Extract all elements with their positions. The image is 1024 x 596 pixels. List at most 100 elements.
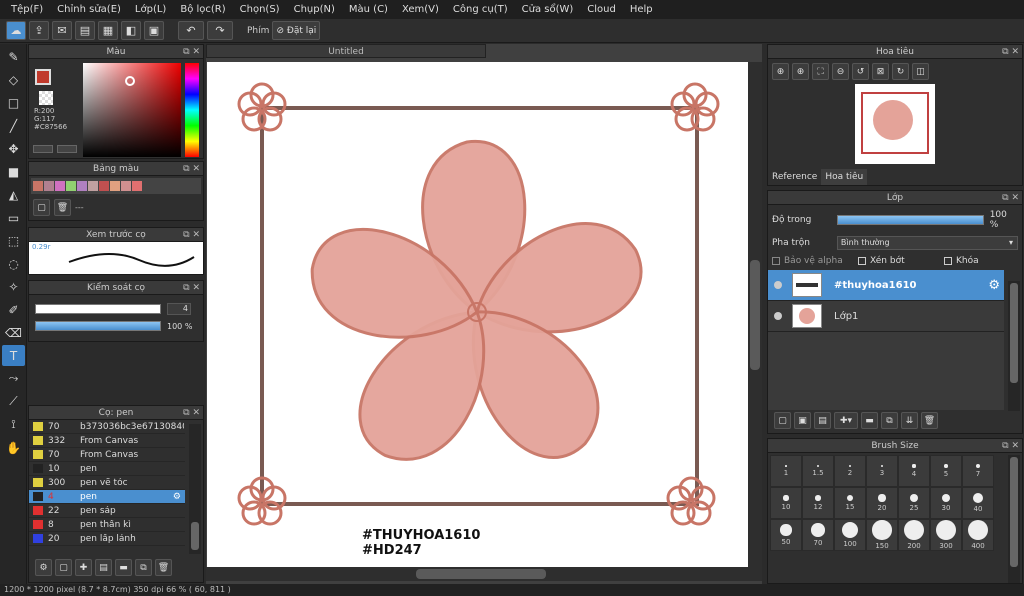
brush-list-item[interactable]: 70 From Canvas [29,448,185,462]
move-tool-icon[interactable]: ✥ [2,138,25,159]
brush-scrollbar[interactable] [191,522,199,550]
menu-item[interactable]: Cloud [580,4,623,15]
brush-list-item[interactable]: 20 pen lấp lánh [29,532,185,546]
new-layer-icon[interactable]: ▢ [774,412,791,429]
comment-icon[interactable]: ▤ [75,21,95,40]
menu-item[interactable]: Lớp(L) [128,4,173,15]
redo-icon[interactable]: ↷ [207,21,233,40]
color-picker-button[interactable] [57,145,77,153]
panel-close-icon[interactable]: ⧉ ✕ [183,162,200,176]
lock-checkbox[interactable] [944,257,952,265]
brush-new-icon[interactable]: ▢ [55,559,72,576]
brush-size-cell[interactable]: 2 [834,455,866,487]
operation-tool-icon[interactable]: ⤳ [2,368,25,389]
layer-item-thuyhoa[interactable]: #thuyhoa1610 ⚙ [768,270,1004,301]
blend-select[interactable]: Bình thường ▾ [836,236,1018,250]
brush-size-scrollbar[interactable] [1010,457,1018,567]
brush-size-cell[interactable]: 3 [866,455,898,487]
select-eraser-icon[interactable]: ⌫ [2,322,25,343]
menu-item[interactable]: Xem(V) [395,4,446,15]
layer-delete-icon[interactable]: 🗑 [921,412,938,429]
palette-swatch[interactable] [44,181,54,191]
brush-list-item[interactable]: 4 pen ⚙ [29,490,185,504]
panel-icon[interactable]: ◧ [121,21,141,40]
delete-palette-icon[interactable]: 🗑 [54,199,71,216]
new-palette-icon[interactable]: ▢ [33,199,50,216]
protect-alpha-checkbox[interactable] [772,257,780,265]
flip-icon[interactable]: ◫ [912,63,929,80]
palette-swatch[interactable] [55,181,65,191]
bucket-tool-icon[interactable]: ◭ [2,184,25,205]
brush-size-cell[interactable]: 10 [770,487,802,519]
zoom-icon[interactable]: ⊕ [772,63,789,80]
undo-icon[interactable]: ↶ [178,21,204,40]
lasso-icon[interactable]: ◌ [2,253,25,274]
grid-icon[interactable]: ▦ [98,21,118,40]
brush-size-cell[interactable]: 12 [802,487,834,519]
layer-merge-icon[interactable]: ⇊ [901,412,918,429]
menu-item[interactable]: Tệp(F) [4,4,50,15]
palette-swatch[interactable] [121,181,131,191]
brush-size-cell[interactable]: 4 [898,455,930,487]
layer-scrollbar[interactable] [1010,283,1018,383]
panel-close-icon[interactable]: ⧉ ✕ [183,45,200,59]
brush-delete-icon[interactable]: 🗑 [155,559,172,576]
menu-item[interactable]: Công cụ(T) [446,4,515,15]
panel-close-icon[interactable]: ⧉ ✕ [183,228,200,242]
brush-size-cell[interactable]: 150 [866,519,898,551]
horizontal-scroll-thumb[interactable] [416,569,546,579]
brush-size-cell[interactable]: 50 [770,519,802,551]
cloud-icon[interactable]: ☁ [6,21,26,40]
brush-list-item[interactable]: 70 b373036bc3e67130840b [29,420,185,434]
color-mode-button[interactable] [33,145,53,153]
panel-close-icon[interactable]: ⧉ ✕ [183,406,200,420]
tab-navigator[interactable]: Hoa tiêu [821,169,868,185]
brush-size-cell[interactable]: 15 [834,487,866,519]
brush-list-item[interactable]: 300 pen vẽ tóc [29,476,185,490]
brush-size-cell[interactable]: 5 [930,455,962,487]
menu-item[interactable]: Màu (C) [342,4,395,15]
brush-list-item[interactable]: 10 pen [29,462,185,476]
brush-tool-icon[interactable]: ✎ [2,46,25,67]
palette-swatch[interactable] [99,181,109,191]
panel-close-icon[interactable]: ⧉ ✕ [183,281,200,295]
gear-icon[interactable]: ⚙ [173,492,181,502]
brush-size-cell[interactable]: 1.5 [802,455,834,487]
rotate-left-icon[interactable]: ↺ [852,63,869,80]
layer-opacity-slider[interactable] [837,215,984,225]
zoom-out-icon[interactable]: ⊖ [832,63,849,80]
reset-button[interactable]: ⊘ Đặt lại [272,21,321,40]
zoom-in-icon[interactable]: ⊕ [792,63,809,80]
brush-import-icon[interactable]: ▤ [95,559,112,576]
rotate-reset-icon[interactable]: ⊠ [872,63,889,80]
brush-list-item[interactable]: 22 pen sáp [29,504,185,518]
menu-item[interactable]: Bộ lọc(R) [173,4,232,15]
add-layer-dropdown-icon[interactable]: ✚▾ [834,412,858,429]
size-slider[interactable] [35,304,161,314]
layer-copy-icon[interactable]: ⧉ [881,412,898,429]
opacity-slider[interactable] [35,321,161,331]
brush-size-cell[interactable]: 400 [962,519,994,551]
brush-size-cell[interactable]: 25 [898,487,930,519]
brush-size-cell[interactable]: 1 [770,455,802,487]
layer-folder-icon[interactable]: ▬ [861,412,878,429]
fit-icon[interactable]: ⛶ [812,63,829,80]
brush-list-item[interactable]: 332 From Canvas [29,434,185,448]
eraser-tool-icon[interactable]: ◇ [2,69,25,90]
text-tool-icon[interactable]: T [2,345,25,366]
brush-size-cell[interactable]: 70 [802,519,834,551]
brush-settings-icon[interactable]: ⚙ [35,559,52,576]
gear-icon[interactable]: ⚙ [988,278,1000,293]
vertical-scroll-thumb[interactable] [750,260,760,370]
layer-item-lop1[interactable]: Lớp1 [768,301,1004,332]
palette-swatch[interactable] [33,181,43,191]
fill-rect-tool-icon[interactable]: ■ [2,161,25,182]
brush-size-cell[interactable]: 200 [898,519,930,551]
panel-close-icon[interactable]: ⧉ ✕ [1002,191,1019,205]
select-pen-icon[interactable]: ✐ [2,299,25,320]
rect-tool-icon[interactable]: □ [2,92,25,113]
brush-copy-icon[interactable]: ⧉ [135,559,152,576]
line-tool-icon[interactable]: ╱ [2,115,25,136]
chat-icon[interactable]: ✉ [52,21,72,40]
new-layer-8bit-icon[interactable]: ▣ [794,412,811,429]
